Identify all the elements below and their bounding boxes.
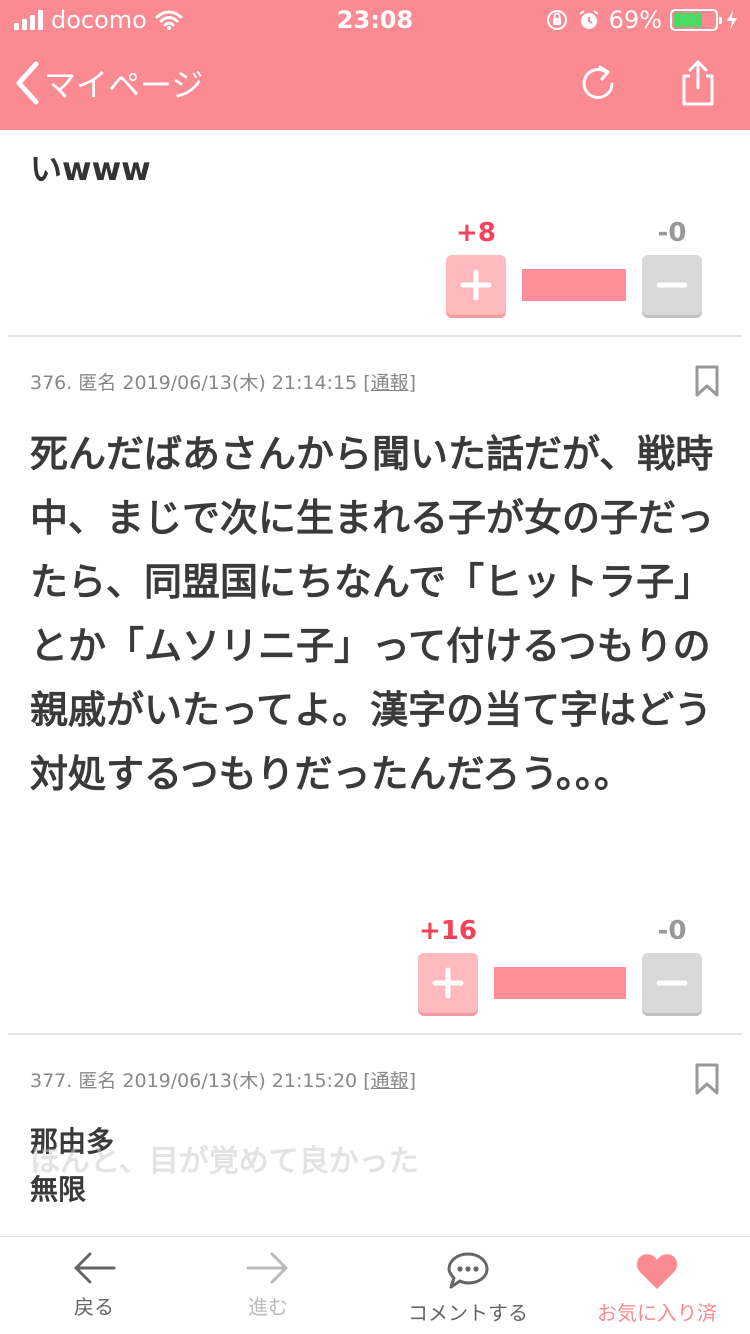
report-bracket-close: ] [408, 372, 417, 394]
vote-ratio-fill [522, 269, 626, 301]
comment-author: 匿名 [78, 1070, 117, 1092]
divider [8, 335, 742, 337]
minus-icon [656, 980, 688, 986]
comment-datetime: 2019/06/13(木) 21:14:15 [122, 372, 358, 394]
comment-label: コメントする [408, 1301, 528, 1325]
comment-body: いwww [30, 150, 151, 188]
minus-vote-button[interactable] [642, 255, 702, 315]
orientation-lock-icon [546, 10, 567, 30]
arrow-left-icon [74, 1252, 116, 1284]
carrier-group: docomo [14, 6, 183, 34]
comment-list[interactable]: いwww +8 -0 376. 匿名 2019/06/13(木) 21:14:1… [0, 130, 750, 1236]
back-button[interactable]: 戻る [34, 1237, 154, 1334]
forward-label: 進む [248, 1295, 288, 1319]
chevron-left-icon [16, 61, 39, 105]
comment-button[interactable]: コメントする [388, 1237, 548, 1334]
comment-datetime: 2019/06/13(木) 21:15:20 [122, 1070, 358, 1092]
bottom-toolbar: 戻る 進む コメントする お気に入り済 [0, 1236, 750, 1334]
plus-icon [460, 269, 492, 301]
plus-icon [432, 967, 464, 999]
vote-ratio-bar [494, 967, 626, 999]
arrow-right-icon [246, 1252, 288, 1284]
signal-icon [14, 10, 43, 30]
comment-body: 死んだばあさんから聞いた話だが、戦時中、まじで次に生まれる子が女の子だったら、同… [30, 432, 715, 796]
divider [8, 1033, 742, 1035]
plus-count: +8 [456, 218, 496, 248]
report-link[interactable]: 通報 [371, 372, 409, 394]
comment-author: 匿名 [78, 372, 117, 394]
minus-icon [656, 282, 688, 288]
comment-number: 377. [30, 1070, 73, 1092]
minus-vote-button[interactable] [642, 953, 702, 1013]
navigation-bar: マイページ [0, 40, 750, 130]
plus-vote-button[interactable] [446, 255, 506, 315]
plus-count: +16 [419, 916, 477, 946]
vote-ratio-bar [522, 269, 626, 301]
status-bar: docomo 23:08 69% [0, 0, 750, 40]
bookmark-icon[interactable] [694, 364, 720, 398]
report-link[interactable]: 通報 [371, 1070, 409, 1092]
next-comment-body: ほんと、目が覚めて良かった [30, 1144, 419, 1179]
comment-number: 376. [30, 372, 73, 394]
charging-icon [727, 10, 737, 30]
plus-vote-button[interactable] [418, 953, 478, 1013]
vote-ratio-fill [494, 967, 626, 999]
comment-meta: 377. 匿名 2019/06/13(木) 21:15:20 [通報] [30, 1066, 416, 1093]
report-bracket-open: [ [363, 372, 371, 394]
share-icon[interactable] [678, 58, 718, 108]
carrier-name: docomo [51, 6, 147, 34]
favorite-button[interactable]: お気に入り済 [582, 1237, 732, 1334]
battery-icon [670, 9, 722, 31]
minus-count: -0 [657, 218, 687, 248]
status-right: 69% [545, 6, 738, 34]
back-label: マイページ [44, 66, 204, 104]
minus-count: -0 [657, 916, 687, 946]
wifi-icon [155, 10, 183, 30]
comment-meta: 376. 匿名 2019/06/13(木) 21:14:15 [通報] [30, 368, 416, 395]
back-label: 戻る [74, 1295, 114, 1319]
forward-button[interactable]: 進む [208, 1237, 328, 1334]
report-bracket-close: ] [408, 1070, 417, 1092]
favorite-label: お気に入り済 [597, 1301, 717, 1325]
battery-percent: 69% [608, 6, 662, 34]
speech-bubble-icon [447, 1252, 489, 1289]
report-bracket-open: [ [363, 1070, 371, 1092]
refresh-icon[interactable] [578, 62, 620, 106]
heart-icon [636, 1254, 678, 1289]
bookmark-icon[interactable] [694, 1062, 720, 1096]
back-to-mypage-button[interactable]: マイページ [14, 60, 203, 106]
alarm-icon [579, 10, 599, 29]
